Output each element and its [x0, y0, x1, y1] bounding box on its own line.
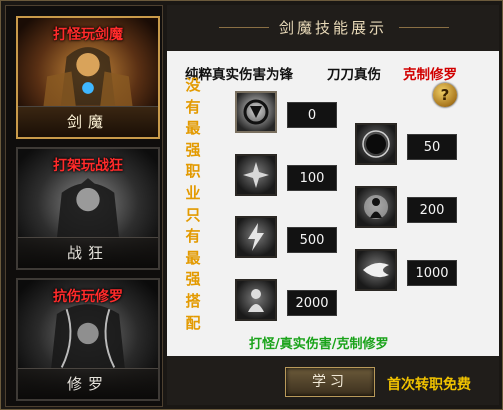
class-name: 剑魔 [18, 106, 158, 137]
skill-value: 500 [287, 227, 337, 253]
learn-button[interactable]: 学习 [285, 367, 375, 397]
slogan-char: 最 [185, 119, 201, 138]
skill-wave-blast-icon[interactable] [355, 249, 397, 291]
class-caption: 抗伤玩修罗 [53, 289, 123, 305]
skill-value: 200 [407, 197, 457, 223]
skill-lightning-icon[interactable] [235, 216, 277, 258]
panel-title: 剑魔技能展示 [278, 19, 387, 37]
slogan-char: 有 [185, 227, 201, 246]
class-caption: 打怪玩剑魔 [53, 27, 123, 43]
class-card-xiuluo[interactable]: 抗伤玩修罗 修罗 [16, 278, 160, 401]
skill-helm-emblem-icon[interactable] [235, 91, 277, 133]
skill-showcase: 剑魔技能展示 纯粹真实伤害为锋 刀刀真伤 克制修罗 没 有 最 强 职 业 只 … [167, 5, 499, 405]
vertical-slogan: 没 有 最 强 职 业 只 有 最 强 搭 配 [185, 75, 201, 334]
skill-value: 0 [287, 102, 337, 128]
slogan-char: 业 [185, 183, 201, 202]
skill-value: 50 [407, 134, 457, 160]
class-name: 修罗 [18, 368, 158, 399]
skill-value: 100 [287, 165, 337, 191]
slogan-char: 只 [185, 205, 201, 224]
class-list: 打怪玩剑魔 剑魔 打架玩战狂 战狂 抗伤玩修罗 修罗 [5, 5, 163, 407]
help-icon[interactable]: ? [433, 83, 457, 107]
header-true-damage: 刀刀真伤 [327, 67, 381, 83]
class-card-jianmo[interactable]: 打怪玩剑魔 剑魔 [16, 16, 160, 139]
skill-value: 2000 [287, 290, 337, 316]
class-caption: 打架玩战狂 [53, 158, 123, 174]
slogan-char: 最 [185, 248, 201, 267]
slogan-char: 强 [185, 270, 201, 289]
slogan-char: 没 [185, 76, 201, 94]
header-pure-damage: 纯粹真实伤害为锋 [185, 67, 293, 83]
slogan-char: 职 [185, 162, 201, 181]
skill-value: 1000 [407, 260, 457, 286]
skill-burst-strike-icon[interactable] [235, 154, 277, 196]
skill-aura-figure-icon[interactable] [355, 186, 397, 228]
slogan-char: 搭 [185, 291, 201, 310]
class-tags: 打怪/真实伤害/克制修罗 [249, 337, 389, 352]
slogan-char: 强 [185, 140, 201, 159]
skills-panel: 纯粹真实伤害为锋 刀刀真伤 克制修罗 没 有 最 强 职 业 只 有 最 强 搭… [167, 51, 499, 356]
class-card-zhankuang[interactable]: 打架玩战狂 战狂 [16, 147, 160, 270]
skill-dark-orb-icon[interactable] [355, 123, 397, 165]
slogan-char: 有 [185, 97, 201, 116]
class-name: 战狂 [18, 237, 158, 268]
skill-shadow-warrior-icon[interactable] [235, 279, 277, 321]
header-counter-xiuluo: 克制修罗 [403, 67, 457, 83]
first-change-free-label: 首次转职免费 [387, 377, 471, 393]
slogan-char: 配 [185, 313, 201, 332]
title-bar: 剑魔技能展示 [167, 13, 499, 43]
window-frame: 打怪玩剑魔 剑魔 打架玩战狂 战狂 抗伤玩修罗 修罗 剑魔技能展示 纯粹真实伤害… [0, 0, 503, 410]
